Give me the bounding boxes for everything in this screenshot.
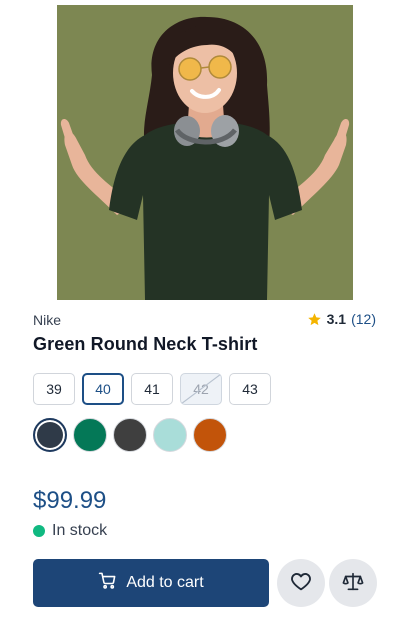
product-photo [57, 5, 353, 300]
product-price: $99.99 [33, 487, 107, 514]
add-to-cart-button[interactable]: Add to cart [33, 559, 269, 607]
product-rating[interactable]: 3.1 (12) [307, 311, 376, 327]
stock-indicator-dot [33, 525, 45, 537]
product-brand: Nike [33, 312, 62, 328]
color-swatch[interactable] [153, 418, 187, 452]
size-option-unavailable: 42 [180, 373, 222, 405]
scale-icon [342, 571, 364, 596]
size-option[interactable]: 41 [131, 373, 173, 405]
heart-icon [290, 571, 312, 596]
size-selector: 39 40 41 42 43 [33, 373, 271, 405]
stock-label: In stock [52, 522, 108, 539]
product-image [57, 5, 353, 300]
color-swatch[interactable] [193, 418, 227, 452]
strikethrough-icon [181, 374, 221, 404]
cart-icon [98, 571, 117, 595]
color-selector [33, 418, 227, 452]
size-option[interactable]: 43 [229, 373, 271, 405]
rating-count-link[interactable]: (12) [351, 311, 376, 327]
star-icon [307, 312, 322, 327]
size-option[interactable]: 39 [33, 373, 75, 405]
rating-value: 3.1 [326, 311, 347, 327]
size-option-selected[interactable]: 40 [82, 373, 124, 405]
color-swatch-selected[interactable] [33, 418, 67, 452]
add-to-cart-label: Add to cart [126, 574, 204, 591]
product-title: Green Round Neck T-shirt [33, 334, 258, 354]
color-swatch[interactable] [113, 418, 147, 452]
compare-button[interactable] [329, 559, 377, 607]
stock-status: In stock [33, 522, 107, 540]
wishlist-button[interactable] [277, 559, 325, 607]
color-swatch[interactable] [73, 418, 107, 452]
